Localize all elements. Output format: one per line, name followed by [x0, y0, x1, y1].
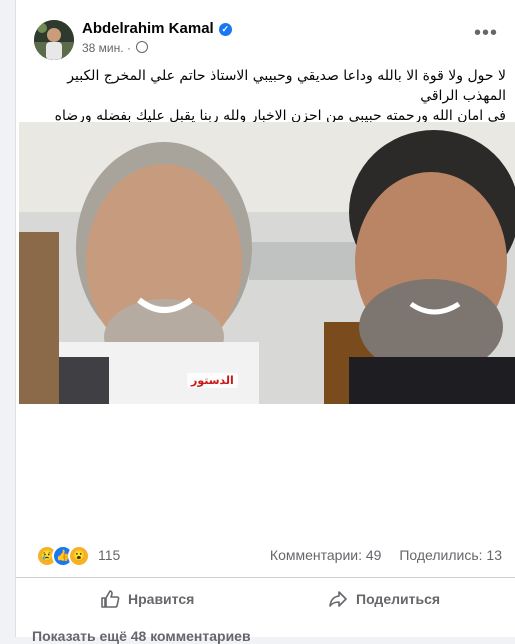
- globe-icon: [136, 41, 149, 53]
- share-button[interactable]: Поделиться: [328, 579, 440, 619]
- view-more-comments-link[interactable]: Показать ещё 48 комментариев: [32, 628, 251, 644]
- post-card: Abdelrahim Kamal ✓ 38 мин. · ••• لا حول و…: [15, 0, 515, 644]
- reactions-count[interactable]: 115: [98, 547, 120, 563]
- post-text: لا حول ولا قوة الا بالله وداعا صديقي وحب…: [26, 66, 506, 126]
- reaction-stats-bar: 😢 👍 😮 115 Комментарии: 49 Поделились: 13: [16, 535, 515, 578]
- post-text-line-1: لا حول ولا قوة الا بالله وداعا صديقي وحب…: [67, 68, 506, 104]
- avatar-image: [34, 20, 74, 60]
- like-button-label: Нравится: [128, 591, 195, 607]
- post-time[interactable]: 38 мин.: [82, 41, 124, 55]
- more-options-icon[interactable]: •••: [474, 22, 498, 45]
- author-avatar[interactable]: [34, 20, 74, 60]
- like-button[interactable]: Нравится: [100, 579, 194, 619]
- reaction-icons[interactable]: 😢 👍 😮: [36, 545, 90, 567]
- author-name-text[interactable]: Abdelrahim Kamal: [82, 20, 214, 37]
- wow-reaction-icon: 😮: [68, 545, 90, 567]
- share-arrow-icon: [329, 591, 347, 607]
- share-button-label: Поделиться: [356, 591, 441, 607]
- engagement-counts: Комментарии: 49 Поделились: 13: [256, 547, 502, 563]
- post-photo[interactable]: الدستور: [19, 122, 515, 404]
- thumbs-up-icon: [101, 590, 120, 608]
- photo-illustration: [19, 122, 515, 404]
- author-name[interactable]: Abdelrahim Kamal ✓: [82, 20, 232, 37]
- comments-count[interactable]: Комментарии: 49: [270, 547, 382, 563]
- post-actions: Нравится Поделиться: [16, 579, 515, 619]
- page-background-strip: [0, 0, 14, 637]
- post-meta: 38 мин. ·: [82, 41, 149, 55]
- post-header: Abdelrahim Kamal ✓ 38 мин. · •••: [16, 14, 515, 64]
- shares-count[interactable]: Поделились: 13: [399, 547, 502, 563]
- verified-badge-icon: ✓: [218, 23, 232, 36]
- photo-watermark: الدستور: [187, 373, 238, 388]
